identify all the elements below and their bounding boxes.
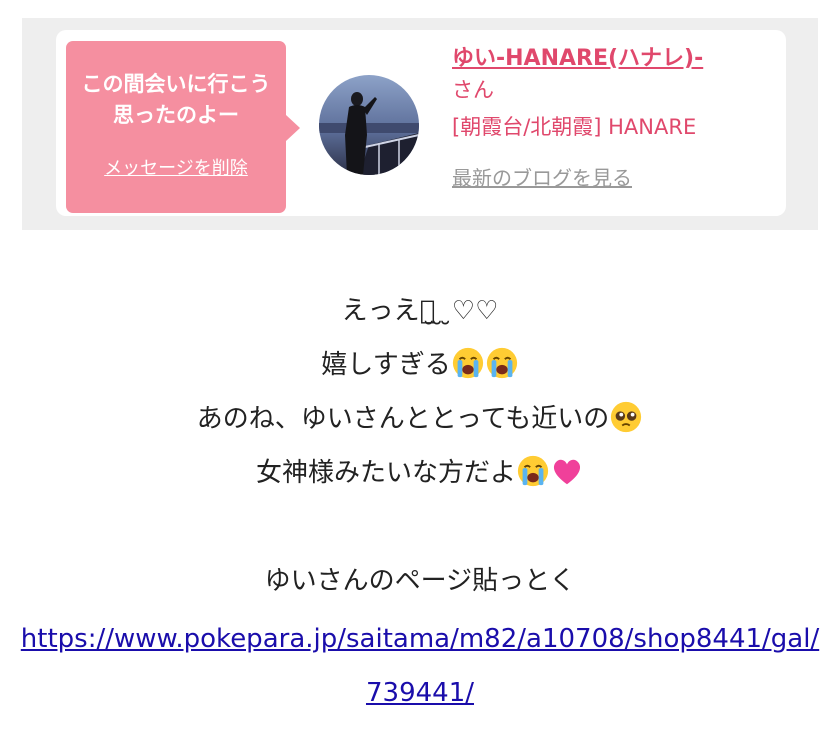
bubble-message-text: この間会いに行こう思ったのよー bbox=[81, 72, 271, 127]
message-line-1: えっえっ̮ ̮ ̮♡♡ bbox=[341, 296, 499, 326]
delete-message-link[interactable]: メッセージを削除 bbox=[66, 154, 286, 180]
loudly-crying-face-icon bbox=[452, 347, 483, 378]
store-info: [朝霞台/北朝霞] HANARE bbox=[452, 115, 697, 139]
message-line-4: 女神様みたいな方だよ bbox=[0, 446, 840, 500]
girl-card-container: この間会いに行こう思ったのよー メッセージを削除 ゆい-HANARE(ハナレ)-… bbox=[22, 18, 818, 230]
message-bubble: この間会いに行こう思ったのよー メッセージを削除 bbox=[66, 41, 300, 213]
girl-info: ゆい-HANARE(ハナレ)- さん [朝霞台/北朝霞] HANARE 最新のブ… bbox=[452, 44, 772, 191]
blog-message: えっえっ̮ ̮ ̮♡♡ 嬉しすぎる あのね、ゆいさんととっても近いの 女神様みた… bbox=[0, 284, 840, 608]
pleading-face-icon bbox=[611, 401, 642, 432]
latest-blog-link[interactable]: 最新のブログを見る bbox=[452, 162, 772, 191]
page: この間会いに行こう思ったのよー メッセージを削除 ゆい-HANARE(ハナレ)-… bbox=[0, 0, 840, 734]
girl-name-link[interactable]: ゆい-HANARE(ハナレ)- bbox=[452, 44, 772, 74]
message-line-3: あのね、ゆいさんととっても近いの bbox=[0, 392, 840, 446]
avatar[interactable] bbox=[319, 75, 419, 175]
pink-heart-icon bbox=[553, 459, 581, 484]
avatar-photo bbox=[319, 75, 419, 175]
loudly-crying-face-icon bbox=[517, 455, 549, 486]
loudly-crying-face-icon bbox=[486, 347, 517, 378]
message-line-5: ゆいさんのページ貼っとく bbox=[264, 566, 576, 596]
girl-page-url-link[interactable]: https://www.pokepara.jp/saitama/m82/a107… bbox=[20, 612, 820, 720]
girl-card: この間会いに行こう思ったのよー メッセージを削除 ゆい-HANARE(ハナレ)-… bbox=[56, 30, 786, 216]
message-line-2: 嬉しすぎる bbox=[0, 338, 840, 392]
honorific: さん bbox=[452, 78, 494, 102]
